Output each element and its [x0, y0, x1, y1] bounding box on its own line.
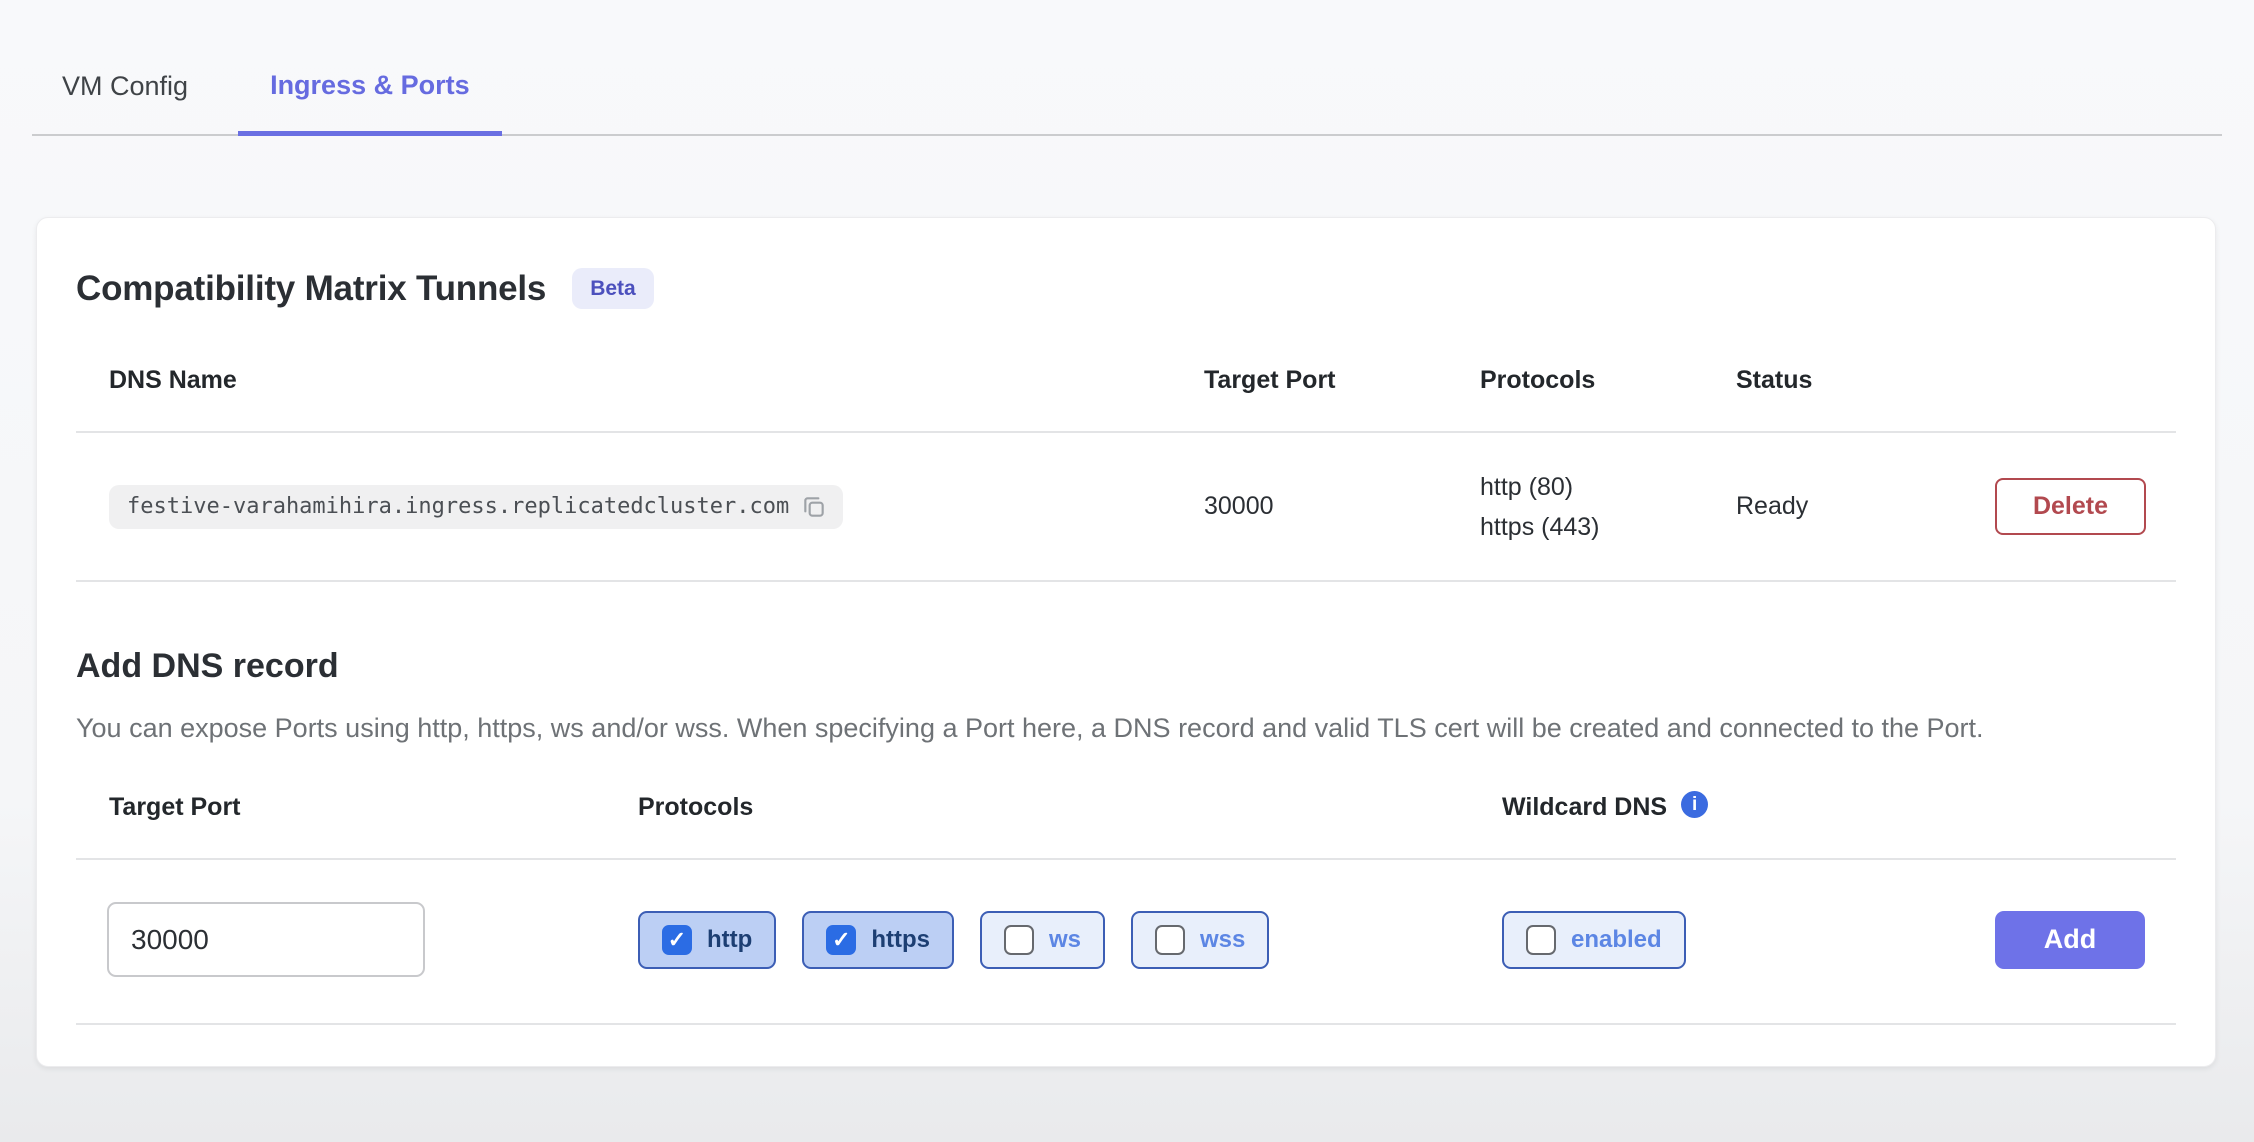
table-row: festive-varahamihira.ingress.replicatedc… [76, 433, 2176, 582]
wildcard-label: enabled [1571, 926, 1662, 954]
protocol-checkbox-http[interactable]: http [638, 911, 776, 969]
checkbox-icon [1155, 925, 1185, 955]
form-row: http https ws wss enabled Add [76, 860, 2176, 1025]
table-header: DNS Name Target Port Protocols Status [76, 309, 2176, 433]
add-button[interactable]: Add [1995, 911, 2145, 969]
form-label-target-port: Target Port [76, 793, 638, 822]
protocol-label: wss [1200, 926, 1245, 954]
tab-ingress-ports[interactable]: Ingress & Ports [238, 70, 502, 136]
checkbox-icon [662, 925, 692, 955]
delete-button[interactable]: Delete [1995, 478, 2146, 535]
checkbox-icon [826, 925, 856, 955]
tab-vm-config[interactable]: VM Config [62, 71, 188, 134]
row-protocol-http: http (80) [1480, 467, 1736, 507]
info-icon[interactable]: i [1681, 791, 1708, 818]
beta-badge: Beta [572, 268, 654, 309]
form-label-protocols: Protocols [638, 793, 1502, 822]
row-protocols: http (80) https (443) [1480, 467, 1736, 547]
row-target-port: 30000 [1204, 492, 1480, 521]
add-dns-record-title: Add DNS record [76, 647, 2176, 686]
dns-name-value: festive-varahamihira.ingress.replicatedc… [127, 494, 789, 519]
col-header-status: Status [1736, 366, 1995, 395]
wildcard-dns-checkbox[interactable]: enabled [1502, 911, 1686, 969]
dns-name-pill: festive-varahamihira.ingress.replicatedc… [109, 485, 843, 529]
card-title-row: Compatibility Matrix Tunnels Beta [76, 268, 2176, 309]
protocol-label: http [707, 926, 752, 954]
form-label-wildcard-dns: Wildcard DNS [1502, 793, 1667, 822]
tunnels-card: Compatibility Matrix Tunnels Beta DNS Na… [36, 217, 2216, 1067]
protocol-label: https [871, 926, 930, 954]
col-header-target-port: Target Port [1204, 366, 1480, 395]
checkbox-icon [1004, 925, 1034, 955]
checkbox-icon [1526, 925, 1556, 955]
target-port-input[interactable] [107, 902, 425, 977]
row-status: Ready [1736, 492, 1995, 521]
copy-icon[interactable] [801, 494, 827, 520]
protocol-checkbox-ws[interactable]: ws [980, 911, 1105, 969]
card-title: Compatibility Matrix Tunnels [76, 269, 546, 309]
col-header-dns-name: DNS Name [76, 366, 1204, 395]
protocol-checkbox-wss[interactable]: wss [1131, 911, 1269, 969]
tab-bar: VM Config Ingress & Ports [32, 0, 2222, 136]
col-header-protocols: Protocols [1480, 366, 1736, 395]
protocol-label: ws [1049, 926, 1081, 954]
form-header: Target Port Protocols Wildcard DNS i [76, 793, 2176, 860]
protocol-checkbox-https[interactable]: https [802, 911, 954, 969]
row-protocol-https: https (443) [1480, 507, 1736, 547]
add-dns-record-description: You can expose Ports using http, https, … [76, 708, 2151, 748]
protocols-group: http https ws wss [638, 911, 1502, 969]
